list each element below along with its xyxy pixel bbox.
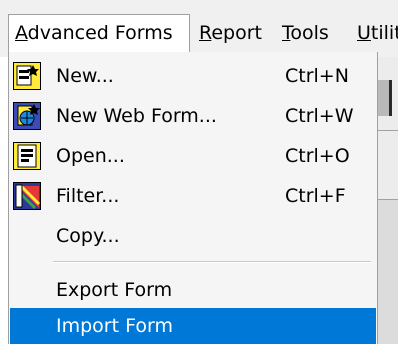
menu-item-new-shortcut: Ctrl+N [285,65,349,87]
new-web-form-icon [13,102,41,130]
menu-bar: Advanced Forms Report Tools Utilit [0,0,398,57]
toolbar-button-partial[interactable] [378,80,392,116]
menu-item-open[interactable]: Open... Ctrl+O [10,138,376,174]
new-form-icon [13,62,41,90]
menu-tools-label: ools [290,22,329,44]
advanced-forms-dropdown: New... Ctrl+N New Web Form... Ctrl+W Ope… [8,52,378,344]
menu-tools[interactable]: Tools [276,14,348,52]
menu-item-new-label: New... [56,65,114,87]
menu-item-open-shortcut: Ctrl+O [285,145,350,167]
menu-advanced-forms-mnemonic: A [15,22,28,44]
menu-item-export-form-label: Export Form [56,279,173,301]
menu-item-copy-label: Copy... [56,225,120,247]
menu-advanced-forms-label: dvanced Forms [27,22,173,44]
menu-item-export-form[interactable]: Export Form [10,272,376,308]
menu-utility-mnemonic: U [357,22,371,44]
menu-item-copy[interactable]: Copy... [10,218,376,254]
open-form-icon [13,142,41,170]
menu-report-mnemonic: R [199,22,212,44]
menu-item-open-label: Open... [56,145,125,167]
menu-item-filter-label: Filter... [56,185,120,207]
menu-item-new-web-form-shortcut: Ctrl+W [285,105,354,127]
menu-item-import-form[interactable]: Import Form [10,308,376,344]
menu-separator [53,261,371,263]
menu-advanced-forms[interactable]: Advanced Forms [8,14,190,52]
menu-item-new-web-form[interactable]: New Web Form... Ctrl+W [10,98,376,134]
menu-item-import-form-label: Import Form [56,315,173,337]
menu-item-filter-shortcut: Ctrl+F [285,185,346,207]
menu-item-filter[interactable]: Filter... Ctrl+F [10,178,376,214]
menu-item-new[interactable]: New... Ctrl+N [10,58,376,94]
toolbar-divider [378,130,398,131]
menu-item-new-web-form-label: New Web Form... [56,105,217,127]
app-panel-partial [378,200,398,344]
menu-report-label: eport [211,22,262,44]
menu-report[interactable]: Report [193,14,273,52]
menu-utility[interactable]: Utilit [351,14,398,52]
menu-utility-label: tilit [370,22,398,44]
filter-icon [13,182,41,210]
